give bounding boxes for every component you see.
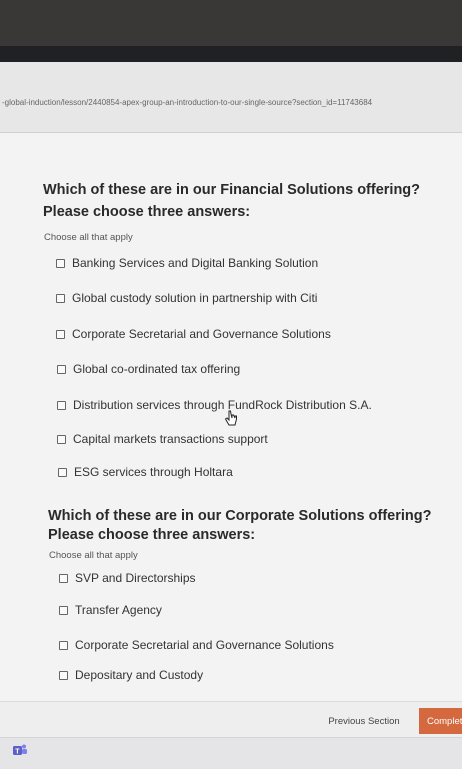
answer-label: Corporate Secretarial and Governance Sol… [72, 327, 331, 341]
answer-label: Global custody solution in partnership w… [72, 291, 318, 305]
teams-icon[interactable]: T [12, 743, 28, 757]
checkbox[interactable] [59, 670, 68, 680]
hand-pointer-icon [224, 410, 238, 433]
checkbox[interactable] [56, 329, 65, 339]
monitor-bezel [0, 46, 462, 62]
answer-label: SVP and Directorships [75, 571, 196, 585]
answer-label: Distribution services through FundRock D… [73, 398, 372, 412]
answer-option[interactable]: Corporate Secretarial and Governance Sol… [56, 327, 331, 341]
checkbox[interactable] [57, 364, 66, 374]
answer-label: Global co-ordinated tax offering [73, 362, 241, 376]
answer-label: Depositary and Custody [75, 668, 204, 682]
answer-option[interactable]: Banking Services and Digital Banking Sol… [56, 256, 318, 270]
checkbox[interactable] [57, 434, 66, 444]
monitor-top [0, 0, 462, 46]
checkbox[interactable] [57, 400, 66, 410]
question-title: Which of these are in our Corporate Solu… [48, 508, 432, 524]
question-instruction: Choose all that apply [49, 550, 138, 561]
svg-text:T: T [15, 749, 20, 756]
checkbox[interactable] [59, 605, 68, 615]
question-title: Which of these are in our Financial Solu… [43, 182, 421, 198]
answer-option[interactable]: SVP and Directorships [59, 571, 196, 585]
question-instruction: Choose all that apply [44, 232, 133, 243]
answer-option[interactable]: ESG services through Holtara [58, 465, 233, 479]
answer-option[interactable]: Capital markets transactions support [57, 432, 268, 446]
answer-option[interactable]: Distribution services through FundRock D… [57, 398, 372, 412]
url-text[interactable]: -global-induction/lesson/2440854-apex-gr… [2, 98, 460, 107]
complete-button[interactable]: Complete [419, 708, 462, 734]
checkbox[interactable] [56, 293, 65, 303]
answer-label: Banking Services and Digital Banking Sol… [72, 256, 319, 270]
answer-label: Corporate Secretarial and Governance Sol… [75, 638, 334, 652]
browser-address-bar[interactable]: -global-induction/lesson/2440854-apex-gr… [0, 62, 462, 133]
previous-section-button[interactable]: Previous Section [318, 710, 410, 732]
checkbox[interactable] [59, 573, 68, 583]
answer-option[interactable]: Global co-ordinated tax offering [57, 362, 240, 376]
answer-option[interactable]: Depositary and Custody [59, 668, 203, 682]
answer-option[interactable]: Transfer Agency [59, 603, 162, 617]
question-title: Please choose three answers: [48, 527, 256, 543]
answer-option[interactable]: Corporate Secretarial and Governance Sol… [59, 638, 334, 652]
answer-label: Transfer Agency [75, 603, 162, 617]
question-title: Please choose three answers: [43, 204, 251, 220]
taskbar [0, 737, 462, 769]
checkbox[interactable] [56, 258, 65, 268]
checkbox[interactable] [59, 640, 68, 650]
answer-label: Capital markets transactions support [73, 432, 268, 446]
answer-label: ESG services through Holtara [74, 465, 233, 479]
answer-option[interactable]: Global custody solution in partnership w… [56, 291, 317, 305]
checkbox[interactable] [58, 467, 67, 477]
